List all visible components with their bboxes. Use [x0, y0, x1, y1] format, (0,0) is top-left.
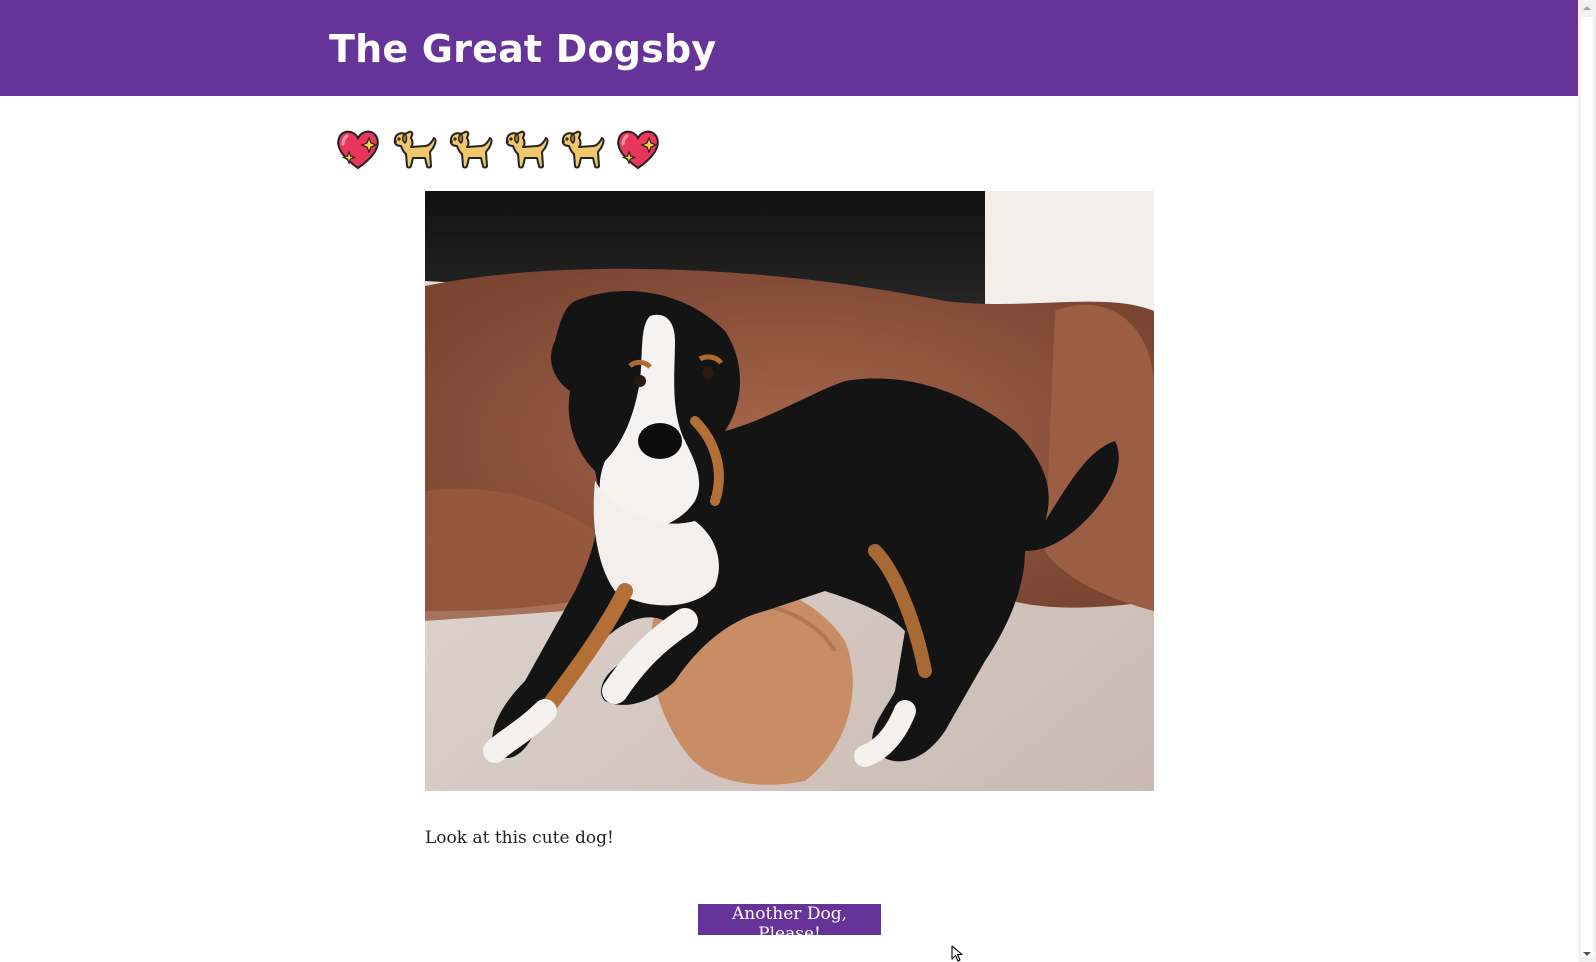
- dog-icon: [505, 130, 549, 169]
- scroll-down-arrow-icon[interactable]: [1578, 946, 1596, 962]
- vertical-scrollbar[interactable]: [1578, 0, 1596, 962]
- page-viewport: The Great Dogsby Look at this cute dog! …: [0, 0, 1578, 962]
- dog-photo: [425, 191, 1154, 791]
- emoji-row: [333, 124, 663, 174]
- sparkling-heart-icon: [617, 130, 659, 170]
- scroll-up-arrow-icon[interactable]: [1578, 0, 1596, 16]
- dog-caption: Look at this cute dog!: [425, 828, 614, 848]
- sparkling-heart-icon: [337, 130, 379, 170]
- dog-icon: [561, 130, 605, 169]
- site-title: The Great Dogsby: [329, 27, 717, 71]
- dog-icon: [393, 130, 437, 169]
- another-dog-button[interactable]: Another Dog, Please!: [698, 904, 881, 944]
- site-header: The Great Dogsby: [0, 0, 1578, 96]
- dog-icon: [449, 130, 493, 169]
- scrollbar-thumb[interactable]: [1581, 17, 1593, 957]
